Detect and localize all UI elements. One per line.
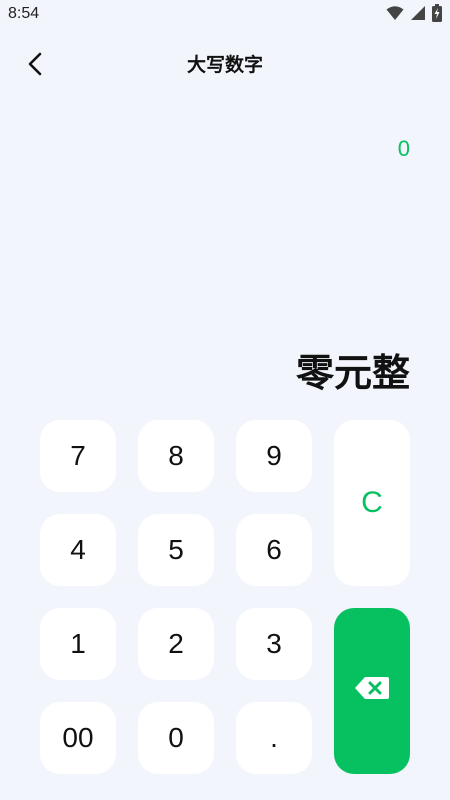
- key-dot[interactable]: .: [236, 702, 312, 774]
- key-8[interactable]: 8: [138, 420, 214, 492]
- clear-button[interactable]: C: [334, 420, 410, 586]
- keypad: 7 8 9 C 4 5 6 1 2 3 00 0 .: [40, 420, 410, 776]
- key-9[interactable]: 9: [236, 420, 312, 492]
- page-title: 大写数字: [186, 54, 263, 76]
- key-2[interactable]: 2: [138, 608, 214, 680]
- key-5[interactable]: 5: [138, 514, 214, 586]
- delete-button[interactable]: [334, 608, 410, 774]
- status-time: 8:54: [8, 5, 40, 22]
- input-display: 0: [397, 136, 410, 161]
- key-0[interactable]: 0: [138, 702, 214, 774]
- status-icons: [386, 4, 442, 26]
- battery-icon: [432, 4, 442, 26]
- result-display: 零元整: [295, 351, 410, 395]
- key-4[interactable]: 4: [40, 514, 116, 586]
- signal-icon: [410, 5, 426, 25]
- key-00[interactable]: 00: [40, 702, 116, 774]
- key-6[interactable]: 6: [236, 514, 312, 586]
- wifi-icon: [386, 5, 404, 25]
- key-7[interactable]: 7: [40, 420, 116, 492]
- status-bar: 8:54: [0, 0, 450, 30]
- key-1[interactable]: 1: [40, 608, 116, 680]
- backspace-icon: [354, 675, 390, 708]
- key-3[interactable]: 3: [236, 608, 312, 680]
- app-bar: 大写数字: [0, 36, 450, 94]
